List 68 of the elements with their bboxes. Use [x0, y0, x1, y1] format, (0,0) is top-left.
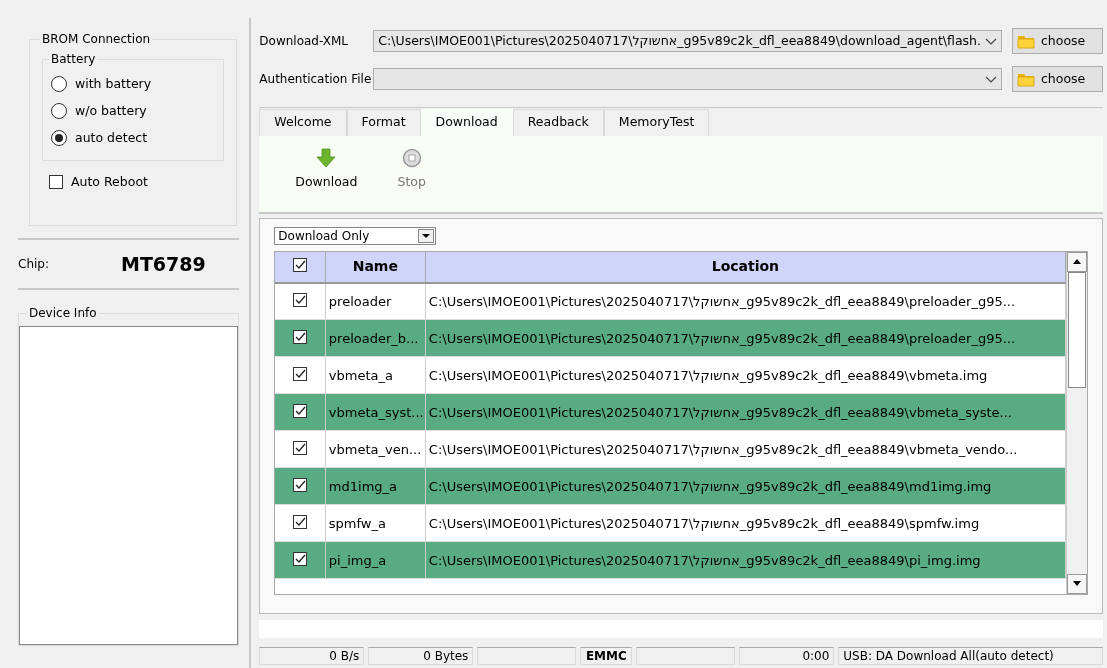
scrollbar[interactable]: [1066, 251, 1087, 594]
column-header[interactable]: Name: [325, 251, 426, 283]
radio-button[interactable]: [51, 76, 67, 93]
chip-value: MT6789: [121, 251, 206, 277]
mode-dropdown[interactable]: Download Only: [274, 226, 437, 245]
download-arrow-icon: [316, 147, 337, 168]
checkbox[interactable]: [293, 477, 308, 492]
checkbox[interactable]: [293, 366, 308, 381]
checkbox[interactable]: [293, 403, 308, 418]
tab[interactable]: MemoryTest: [603, 109, 710, 136]
table-cell: preloader_b...: [325, 319, 426, 357]
column-header[interactable]: Location: [425, 251, 1066, 283]
table-cell: vbmeta_ven...: [325, 430, 426, 468]
radio-option[interactable]: with battery: [51, 70, 216, 98]
checkbox[interactable]: [293, 551, 308, 566]
folder-icon: [1017, 71, 1035, 87]
status-text: EMMC: [580, 646, 633, 665]
choose-button[interactable]: choose: [1012, 28, 1103, 54]
choose-button[interactable]: choose: [1012, 66, 1103, 92]
file-path-dropdown[interactable]: C:\Users\IMOE001\Pictures\2025040717\אחשוקל_g95v89c2k_dfl_eea8849\download_agent\flash.: [373, 30, 1002, 52]
group-title: Battery: [50, 52, 97, 67]
scroll-thumb[interactable]: [1068, 271, 1086, 388]
table-cell: C:\Users\IMOE001\Pictures\2025040717\אחשוקל_g95v89c2k_dfl_eea8849\vbmeta_syste...: [425, 393, 1066, 431]
field-label: Authentication File: [259, 71, 373, 88]
status-text: 0:00: [739, 646, 835, 665]
checkbox[interactable]: [49, 175, 63, 190]
stop-icon: [401, 147, 422, 168]
group-title: Device Info: [28, 306, 98, 321]
folder-icon: [1017, 33, 1035, 49]
status-text: 0 B/s: [259, 646, 365, 665]
chip-label: Chip:: [18, 256, 49, 273]
status-text: 0 Bytes: [368, 646, 474, 665]
table-cell: C:\Users\IMOE001\Pictures\2025040717\אחשוקל_g95v89c2k_dfl_eea8849\spmfw.img: [425, 504, 1066, 542]
group-title: BROM Connection: [41, 32, 152, 47]
checkbox[interactable]: [293, 258, 308, 273]
table-cell: C:\Users\IMOE001\Pictures\2025040717\אחשוקל_g95v89c2k_dfl_eea8849\pi_img.img: [425, 541, 1066, 579]
table-cell: C:\Users\IMOE001\Pictures\2025040717\אחשוקל_g95v89c2k_dfl_eea8849\vbmeta_vendo...: [425, 430, 1066, 468]
field-label: Download-XML: [259, 33, 349, 50]
checkbox[interactable]: [293, 292, 308, 307]
checkbox[interactable]: [293, 514, 308, 529]
caret-icon: [985, 37, 997, 45]
radio-option[interactable]: w/o battery: [51, 97, 216, 125]
table-cell: pi_img_a: [325, 541, 426, 579]
tab[interactable]: Download: [420, 109, 513, 136]
table-cell: C:\Users\IMOE001\Pictures\2025040717\אחשוקל_g95v89c2k_dfl_eea8849\md1img.img: [425, 467, 1066, 505]
radio-option[interactable]: auto detect: [51, 124, 216, 152]
tab[interactable]: Welcome: [259, 109, 347, 136]
table-cell: preloader: [325, 282, 426, 320]
dropdown-arrow-icon: [421, 232, 432, 239]
radio-button[interactable]: [51, 130, 67, 147]
table-cell: spmfw_a: [325, 504, 426, 542]
table-cell: vbmeta_syst...: [325, 393, 426, 431]
download-button[interactable]: Download: [295, 147, 358, 212]
tab[interactable]: Format: [346, 109, 421, 136]
checkbox[interactable]: [293, 329, 308, 344]
scroll-up-icon: [1072, 258, 1082, 266]
scroll-down-icon: [1072, 580, 1082, 588]
table-cell: md1img_a: [325, 467, 426, 505]
caret-icon: [985, 75, 997, 83]
status-text: USB: DA Download All(auto detect): [838, 646, 1103, 665]
checkbox[interactable]: [293, 440, 308, 455]
table-cell: C:\Users\IMOE001\Pictures\2025040717\אחשוקל_g95v89c2k_dfl_eea8849\vbmeta.img: [425, 356, 1066, 394]
tab[interactable]: Readback: [512, 109, 604, 136]
table-cell: vbmeta_a: [325, 356, 426, 394]
table-cell: C:\Users\IMOE001\Pictures\2025040717\אחשוקל_g95v89c2k_dfl_eea8849\preloader_g95...: [425, 282, 1066, 320]
checkbox-option[interactable]: Auto Reboot: [49, 168, 225, 196]
radio-button[interactable]: [51, 103, 67, 120]
table-cell: C:\Users\IMOE001\Pictures\2025040717\אחשוקל_g95v89c2k_dfl_eea8849\preloader_g95...: [425, 319, 1066, 357]
